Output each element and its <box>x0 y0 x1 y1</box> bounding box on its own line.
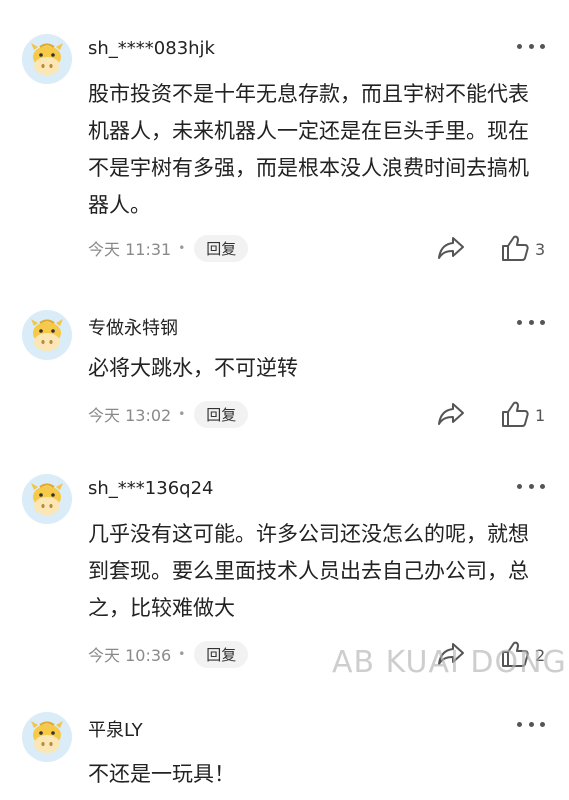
separator-dot: • <box>178 241 186 255</box>
username[interactable]: 专做永特钢 <box>88 314 178 340</box>
reply-button[interactable]: 回复 <box>194 234 249 262</box>
reply-button[interactable]: 回复 <box>194 640 249 668</box>
separator-dot: • <box>178 647 186 661</box>
separator-dot: • <box>178 407 186 421</box>
comment-meta: 今天 11:31 • 回复 <box>88 234 249 262</box>
like-count: 1 <box>535 406 546 425</box>
more-dots-icon[interactable] <box>517 318 545 326</box>
thumbs-up-icon[interactable] <box>500 233 530 263</box>
share-arrow-icon[interactable] <box>436 400 466 428</box>
timestamp: 今天 10:36 <box>88 646 172 665</box>
more-dots-icon[interactable] <box>517 482 545 490</box>
watermark: AB KUAI DONG <box>332 645 567 680</box>
username[interactable]: sh_****083hjk <box>88 38 215 59</box>
timestamp: 今天 13:02 <box>88 406 172 425</box>
timestamp: 今天 11:31 <box>88 240 172 259</box>
username[interactable]: sh_***136q24 <box>88 478 213 499</box>
more-dots-icon[interactable] <box>517 720 545 728</box>
cow-avatar-icon[interactable] <box>22 34 72 84</box>
comment-text: 必将大跳水，不可逆转 <box>88 356 298 380</box>
comment-text: 不还是一玩具！ <box>88 762 235 786</box>
thumbs-up-icon[interactable] <box>500 399 530 429</box>
comment-text: 几乎没有这可能。许多公司还没怎么的呢，就想到套现。要么里面技术人员出去自己办公司… <box>88 522 529 620</box>
cow-avatar-icon[interactable] <box>22 310 72 360</box>
cow-avatar-icon[interactable] <box>22 474 72 524</box>
like-count: 3 <box>535 240 546 259</box>
username[interactable]: 平泉LY <box>88 716 143 742</box>
share-arrow-icon[interactable] <box>436 234 466 262</box>
more-dots-icon[interactable] <box>517 42 545 50</box>
cow-avatar-icon[interactable] <box>22 712 72 762</box>
reply-button[interactable]: 回复 <box>194 400 249 428</box>
comment-meta: 今天 13:02 • 回复 <box>88 400 249 428</box>
comment-meta: 今天 10:36 • 回复 <box>88 640 249 668</box>
comment-text: 股市投资不是十年无息存款，而且宇树不能代表机器人，未来机器人一定还是在巨头手里。… <box>88 82 529 217</box>
